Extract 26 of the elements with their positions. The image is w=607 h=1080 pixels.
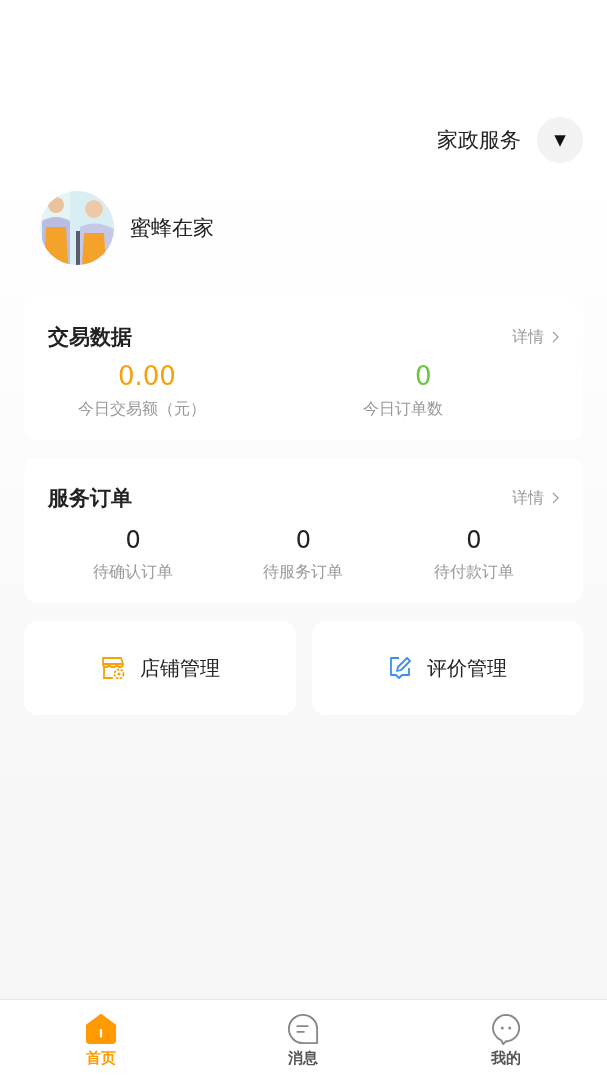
stat-label: 待服务订单 <box>263 562 344 583</box>
tab-item[interactable]: 消息 <box>202 1000 405 1080</box>
chat-icon <box>287 1012 320 1045</box>
store-name: 蜜蜂在家 <box>130 215 214 242</box>
stat-label: 待确认订单 <box>93 562 174 583</box>
stat-value: 0 <box>414 361 432 391</box>
category-title: 家政服务 <box>437 127 521 154</box>
dropdown-button[interactable]: ▼ <box>537 117 583 163</box>
stat-value: 0 <box>125 526 141 554</box>
card-title: 服务订单 <box>48 485 132 512</box>
home-icon <box>85 1012 118 1045</box>
tab-item[interactable]: 我的 <box>404 1000 607 1080</box>
chevron-icon <box>552 492 559 504</box>
stat-label: 今日交易额（元） <box>78 399 206 420</box>
edit-icon <box>387 655 414 681</box>
stat-value: 0 <box>295 526 312 554</box>
card-title: 交易数据 <box>48 324 132 351</box>
stat-label: 待付款订单 <box>433 562 514 583</box>
stat-value: 0.00 <box>118 361 176 391</box>
store-icon <box>99 655 126 681</box>
profile-icon <box>489 1012 522 1045</box>
shortcut-button[interactable]: 评价管理 <box>311 621 583 715</box>
stat-label: 今日订单数 <box>363 399 444 420</box>
chevron-icon <box>552 331 559 343</box>
shortcut-button[interactable]: 店铺管理 <box>24 621 296 715</box>
stat-value: 0 <box>466 526 482 554</box>
